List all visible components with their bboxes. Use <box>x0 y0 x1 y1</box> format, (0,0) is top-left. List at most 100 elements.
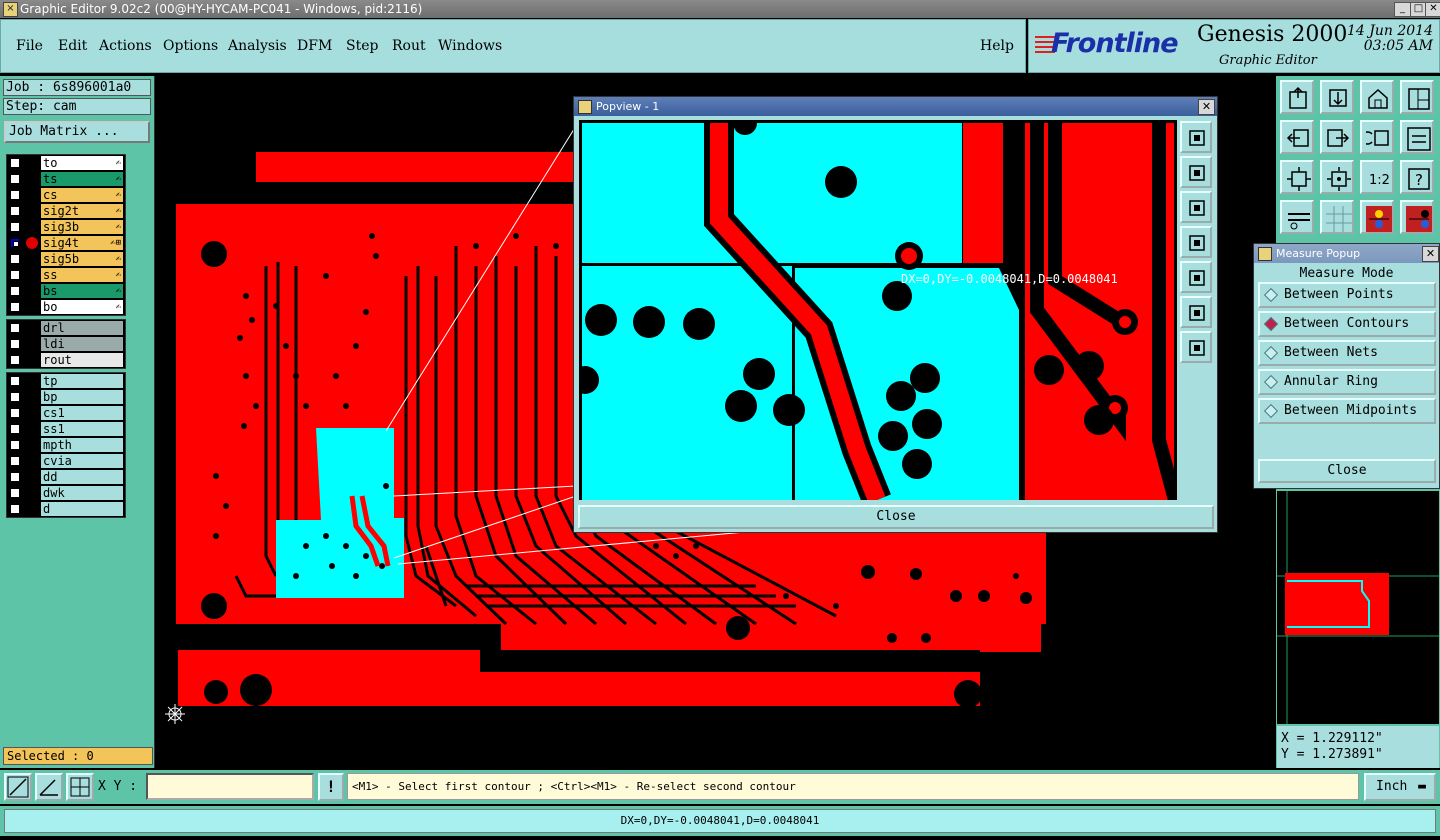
layer-row-sig3b[interactable]: sig3b ✍ <box>7 219 125 235</box>
layer-checkbox[interactable] <box>10 158 20 168</box>
layer-row-sig4t[interactable]: sig4t ✍⊞ <box>7 235 125 251</box>
overview-map[interactable] <box>1277 491 1439 724</box>
layer-name[interactable]: to ✍ <box>41 156 123 170</box>
popview-close-icon[interactable]: ✕ <box>1198 99 1215 115</box>
swap-button[interactable] <box>1400 120 1434 154</box>
layer-row-rout[interactable]: rout <box>7 352 125 368</box>
layer-row-sig5b[interactable]: sig5b ✍ <box>7 251 125 267</box>
layer-name[interactable]: ts ✍ <box>41 172 123 186</box>
zoom-home-button[interactable] <box>1280 80 1314 114</box>
layer-row-bs[interactable]: bs ✍ <box>7 283 125 299</box>
menu-step[interactable]: Step <box>346 38 378 54</box>
layer-row-ss1[interactable]: ss1 <box>7 421 125 437</box>
popview-zoom-canvas[interactable]: DX=0,DY=-0.0048041,D=0.0048041 <box>579 120 1177 500</box>
popview-zoom-bottom-button[interactable] <box>1180 191 1212 223</box>
layer-checkbox[interactable] <box>10 238 20 248</box>
angle-snap-icon[interactable] <box>35 773 63 801</box>
layer-row-dwk[interactable]: dwk <box>7 485 125 501</box>
close-window-button[interactable]: ✕ <box>1425 2 1440 17</box>
layer-name[interactable]: cvia <box>41 454 123 468</box>
menu-dfm[interactable]: DFM <box>297 38 332 54</box>
layer-row-dd[interactable]: dd <box>7 469 125 485</box>
popview-zoom-top-button[interactable] <box>1180 156 1212 188</box>
layer-name[interactable]: d <box>41 502 123 516</box>
layer-name[interactable]: ss ✍ <box>41 268 123 282</box>
menu-windows[interactable]: Windows <box>438 38 502 54</box>
one-to-two-button[interactable]: 1:2 <box>1360 160 1394 194</box>
popview-pan-left-button[interactable] <box>1180 226 1212 258</box>
layer-name[interactable]: bo ✍ <box>41 300 123 314</box>
layer-checkbox[interactable] <box>10 286 20 296</box>
layer-row-to[interactable]: to ✍ <box>7 155 125 171</box>
layer-checkbox[interactable] <box>10 472 20 482</box>
snap-mode-icon[interactable] <box>4 773 32 801</box>
layer-row-cs1[interactable]: cs1 <box>7 405 125 421</box>
measure-option-annular-ring[interactable]: Annular Ring <box>1258 369 1436 395</box>
menu-analysis[interactable]: Analysis <box>228 38 287 54</box>
layer-checkbox[interactable] <box>10 270 20 280</box>
measure-option-between-midpoints[interactable]: Between Midpoints <box>1258 398 1436 424</box>
menu-file[interactable]: File <box>16 38 43 54</box>
layer-checkbox[interactable] <box>10 222 20 232</box>
layer-checkbox[interactable] <box>10 302 20 312</box>
layer-name[interactable]: sig2t ✍ <box>41 204 123 218</box>
menu-edit[interactable]: Edit <box>58 38 87 54</box>
layer-color-button[interactable] <box>1360 200 1394 234</box>
layer-name[interactable]: cs1 <box>41 406 123 420</box>
layer-row-bo[interactable]: bo ✍ <box>7 299 125 315</box>
layer-name[interactable]: bp <box>41 390 123 404</box>
layer-name[interactable]: mpth <box>41 438 123 452</box>
layer-name[interactable]: sig4t ✍⊞ <box>41 236 123 250</box>
measure-tool-button[interactable] <box>1280 200 1314 234</box>
job-matrix-button[interactable]: Job Matrix ... <box>4 121 150 143</box>
layer-checkbox[interactable] <box>10 190 20 200</box>
minimize-button[interactable]: _ <box>1394 2 1411 17</box>
layer-name[interactable]: ss1 <box>41 422 123 436</box>
layer-checkbox[interactable] <box>10 339 20 349</box>
layer-checkbox[interactable] <box>10 504 20 514</box>
menu-actions[interactable]: Actions <box>99 38 152 54</box>
layer-name[interactable]: dd <box>41 470 123 484</box>
menu-rout[interactable]: Rout <box>392 38 426 54</box>
xy-input[interactable] <box>146 773 314 800</box>
measure-option-between-contours[interactable]: Between Contours <box>1258 311 1436 337</box>
layer-name[interactable]: bs ✍ <box>41 284 123 298</box>
layer-row-ldi[interactable]: ldi <box>7 336 125 352</box>
layer-row-sig2t[interactable]: sig2t ✍ <box>7 203 125 219</box>
layer-checkbox[interactable] <box>10 440 20 450</box>
menu-options[interactable]: Options <box>163 38 218 54</box>
layer-row-cvia[interactable]: cvia <box>7 453 125 469</box>
layer-name[interactable]: ldi <box>41 337 123 351</box>
pan-left-button[interactable] <box>1280 120 1314 154</box>
layer-row-d[interactable]: d <box>7 501 125 517</box>
layer-row-mpth[interactable]: mpth <box>7 437 125 453</box>
popview-zoom-out-all-button[interactable] <box>1180 296 1212 328</box>
help-button[interactable]: ? <box>1400 160 1434 194</box>
popview-zoom-in-all-button[interactable] <box>1180 331 1212 363</box>
layer-checkbox[interactable] <box>10 254 20 264</box>
layer-checkbox[interactable] <box>10 424 20 434</box>
measure-option-between-nets[interactable]: Between Nets <box>1258 340 1436 366</box>
layer-checkbox[interactable] <box>10 408 20 418</box>
pan-right-button[interactable] <box>1320 120 1354 154</box>
layer-row-cs[interactable]: cs ✍ <box>7 187 125 203</box>
popview-zoom-fit-button[interactable] <box>1180 121 1212 153</box>
layer-row-ss[interactable]: ss ✍ <box>7 267 125 283</box>
redraw-button[interactable] <box>1360 120 1394 154</box>
layer-row-tp[interactable]: tp <box>7 373 125 389</box>
measure-close-icon[interactable]: ✕ <box>1422 246 1439 262</box>
layer-name[interactable]: sig5b ✍ <box>41 252 123 266</box>
popview-close-button[interactable]: Close <box>578 505 1214 529</box>
layer-checkbox[interactable] <box>10 392 20 402</box>
zoom-in-button[interactable] <box>1320 80 1354 114</box>
layer-row-bp[interactable]: bp <box>7 389 125 405</box>
grid-button[interactable] <box>1320 200 1354 234</box>
layer-checkbox[interactable] <box>10 206 20 216</box>
layer-color-alt-button[interactable] <box>1400 200 1434 234</box>
layer-name[interactable]: sig3b ✍ <box>41 220 123 234</box>
layer-checkbox[interactable] <box>10 488 20 498</box>
grid-snap-icon[interactable] <box>66 773 94 801</box>
layer-name[interactable]: dwk <box>41 486 123 500</box>
layer-checkbox[interactable] <box>10 355 20 365</box>
layer-checkbox[interactable] <box>10 323 20 333</box>
